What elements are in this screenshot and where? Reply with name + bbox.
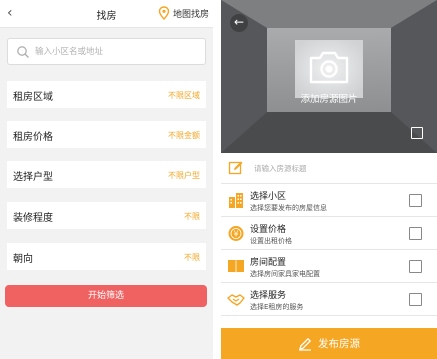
filter-label: 装修程度: [13, 213, 53, 224]
edit-icon: [228, 161, 243, 175]
publish-label: 发布房源: [318, 338, 360, 350]
search-box[interactable]: [7, 38, 206, 65]
filter-row-decoration[interactable]: 装修程度 不限: [7, 202, 206, 229]
photo-checkbox[interactable]: [411, 127, 423, 139]
option-row-community[interactable]: 选择小区 选择您要发布的房屋信息: [221, 184, 437, 217]
filter-row-area[interactable]: 租房区域 不限区域: [7, 81, 206, 108]
option-subtitle: 选择您要发布的房屋信息: [250, 204, 327, 212]
pencil-icon: [299, 337, 311, 351]
filter-row-orientation[interactable]: 朝向 不限: [7, 243, 206, 270]
house-title-input[interactable]: [254, 161, 424, 175]
map-search-label: 地图找房: [172, 9, 209, 20]
back-arrow-icon[interactable]: ←: [230, 14, 248, 32]
find-house-panel: ‹ 找房 地图找房 租房区域 不限区域 租房价格 不限金额 选择户型 不限户型 …: [0, 0, 213, 359]
option-checkbox[interactable]: [409, 293, 422, 306]
map-search-button[interactable]: 地图找房: [158, 5, 209, 21]
option-row-service[interactable]: 选择服务 选择E租房的服务: [221, 283, 437, 316]
coin-icon: ¥: [228, 226, 244, 241]
location-pin-icon: [158, 6, 170, 20]
option-title: 房间配置: [250, 258, 287, 268]
option-row-room-config[interactable]: 房间配置 选择房间家具家电配置: [221, 250, 437, 283]
option-checkbox[interactable]: [409, 260, 422, 273]
option-checkbox[interactable]: [409, 227, 422, 240]
option-subtitle: 选择E租房的服务: [250, 303, 304, 311]
filter-label: 租房区域: [13, 92, 53, 103]
find-house-header: ‹ 找房 地图找房: [0, 0, 213, 28]
book-icon: [228, 260, 244, 273]
filter-label: 选择户型: [13, 172, 53, 183]
filter-label: 租房价格: [13, 132, 53, 143]
option-subtitle: 选择房间家具家电配置: [250, 270, 320, 278]
option-title: 选择小区: [250, 192, 287, 202]
option-subtitle: 设置出租价格: [250, 237, 292, 245]
filter-value: 不限户型: [168, 171, 200, 180]
publish-house-panel: ← 添加房源图片 选择小区 选择您要发布的房屋信息: [221, 0, 437, 359]
publish-button[interactable]: 发布房源: [221, 328, 437, 359]
filter-value: 不限: [184, 212, 200, 221]
option-row-price[interactable]: ¥ 设置价格 设置出租价格: [221, 217, 437, 250]
filter-label: 朝向: [13, 254, 33, 265]
svg-text:¥: ¥: [233, 230, 238, 239]
start-filter-button[interactable]: 开始筛选: [5, 285, 207, 307]
option-title: 设置价格: [250, 225, 287, 235]
filter-value: 不限金额: [168, 131, 200, 140]
filter-value: 不限区域: [168, 91, 200, 100]
option-checkbox[interactable]: [409, 194, 422, 207]
camera-icon[interactable]: [308, 49, 350, 85]
house-title-row[interactable]: [221, 153, 437, 184]
filter-row-price[interactable]: 租房价格 不限金额: [7, 121, 206, 148]
option-title: 选择服务: [250, 291, 287, 301]
add-photo-caption: 添加房源图片: [300, 94, 358, 105]
search-input[interactable]: [35, 43, 200, 61]
filter-row-layout[interactable]: 选择户型 不限户型: [7, 161, 206, 188]
building-icon: [229, 193, 243, 208]
handshake-icon: [227, 294, 245, 306]
search-icon: [17, 46, 29, 58]
filter-value: 不限: [184, 253, 200, 262]
house-photo-area[interactable]: ← 添加房源图片: [221, 0, 437, 153]
